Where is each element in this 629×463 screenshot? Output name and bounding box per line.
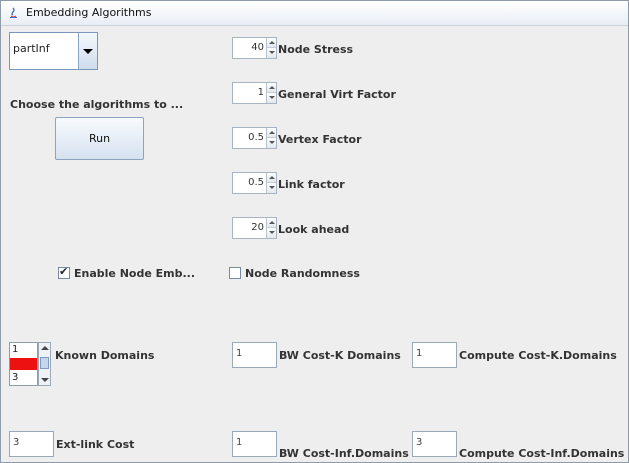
node-stress-spinner[interactable]: 40 [232,37,277,59]
node-randomness-checkbox[interactable] [229,267,241,279]
algorithm-select[interactable]: partInf [9,32,98,70]
known-domains-list[interactable]: 1 2 3 [9,342,38,386]
vertex-factor-value: 0.5 [248,132,264,143]
compute-cost-k-domains-label: Compute Cost-K.Domains [459,349,617,362]
list-item[interactable]: 3 [12,372,37,384]
vertex-factor-label: Vertex Factor [278,133,362,146]
node-stress-label: Node Stress [278,43,354,56]
spinner-down-icon[interactable] [266,228,276,238]
general-virt-factor-spinner[interactable]: 1 [232,82,277,104]
scroll-thumb[interactable] [40,357,49,369]
choose-algorithms-label: Choose the algorithms to ... [10,98,184,111]
spinner-down-icon[interactable] [266,93,276,103]
list-item-selected[interactable]: 2 [10,358,37,370]
enable-node-emb-label: Enable Node Emb... [74,267,196,280]
known-domains-label: Known Domains [55,349,155,362]
vertex-factor-spinner[interactable]: 0.5 [232,127,277,149]
compute-cost-inf-domains-value: 3 [416,437,423,448]
bw-cost-inf-domains-value: 1 [236,437,243,448]
check-icon: ✔ [59,265,69,278]
run-button[interactable]: Run [55,117,144,160]
list-item[interactable]: 1 [12,344,37,356]
spinner-up-icon[interactable] [266,173,276,183]
spinner-up-icon[interactable] [266,128,276,138]
bw-cost-inf-domains-field[interactable]: 1 [232,431,277,457]
look-ahead-label: Look ahead [278,223,350,236]
compute-cost-k-domains-value: 1 [416,348,423,359]
bw-cost-k-domains-label: BW Cost-K Domains [279,349,401,362]
enable-node-emb-checkbox[interactable]: ✔ [58,265,70,279]
node-randomness-label: Node Randomness [245,267,360,280]
ext-link-cost-field[interactable]: 3 [9,431,54,457]
main-window: Embedding Algorithms partInf Choose the … [0,0,629,463]
compute-cost-k-domains-field[interactable]: 1 [412,342,457,368]
chevron-down-icon [83,49,93,54]
ext-link-cost-value: 3 [13,437,20,448]
spinner-down-icon[interactable] [266,183,276,193]
window-title: Embedding Algorithms [26,6,152,19]
ext-link-cost-label: Ext-link Cost [56,438,135,451]
java-app-icon [10,7,17,18]
spinner-down-icon[interactable] [266,138,276,148]
general-virt-factor-value: 1 [257,87,264,98]
title-bar[interactable]: Embedding Algorithms [1,1,628,26]
spinner-up-icon[interactable] [266,218,276,228]
spinner-up-icon[interactable] [266,83,276,93]
scroll-up-icon[interactable] [41,346,49,350]
bw-cost-k-domains-field[interactable]: 1 [232,342,277,368]
look-ahead-value: 20 [251,222,264,233]
link-factor-value: 0.5 [248,177,264,188]
scroll-down-icon[interactable] [41,378,49,382]
known-domains-scrollbar[interactable] [38,342,51,386]
link-factor-spinner[interactable]: 0.5 [232,172,277,194]
algorithm-select-value: partInf [13,42,50,55]
look-ahead-spinner[interactable]: 20 [232,217,277,239]
general-virt-factor-label: General Virt Factor [278,88,396,101]
spinner-down-icon[interactable] [266,48,276,58]
node-stress-value: 40 [251,42,264,53]
link-factor-label: Link factor [278,178,345,191]
compute-cost-inf-domains-label: Compute Cost-Inf.Domains [459,447,625,460]
bw-cost-inf-domains-label: BW Cost-Inf.Domains [279,447,409,460]
bw-cost-k-domains-value: 1 [236,348,243,359]
compute-cost-inf-domains-field[interactable]: 3 [412,431,457,457]
algorithm-dropdown-button[interactable] [78,33,97,69]
spinner-up-icon[interactable] [266,38,276,48]
